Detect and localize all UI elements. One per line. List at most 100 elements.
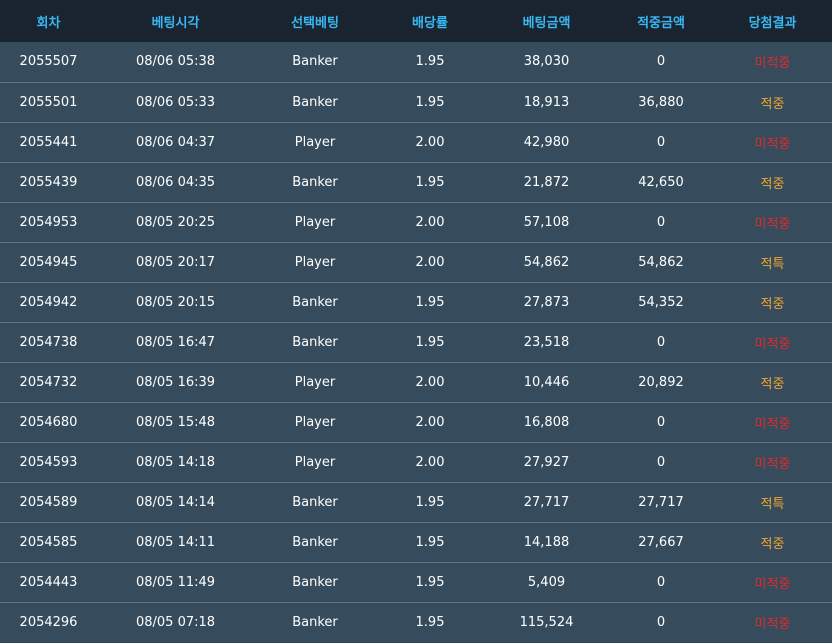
cell-bet-choice: Player [294,134,336,150]
table-row: 2055501 08/06 05:33 Banker 1.95 18,913 36,880… [0,82,832,122]
cell-bet-time: 08/06 05:38 [135,54,216,70]
cell-win-amount: 27,667 [638,534,684,550]
cell-round: 2054942 [19,294,78,310]
cell-bet-choice: Player [294,414,336,430]
cell-bet-time: 08/05 20:17 [135,254,216,270]
header-row: 회차 베팅시각 선택베팅 배당률 베팅금액 적중금액 당첨결과 [0,0,832,42]
cell-result: 미적중 [754,576,791,592]
cell-bet-amount: 16,808 [523,414,570,430]
cell-bet-amount: 57,108 [523,214,570,230]
cell-bet-time: 08/05 14:18 [135,454,216,470]
table-row: 2054945 08/05 20:17 Player 2.00 54,862 54,862… [0,242,832,282]
cell-odds: 1.95 [415,294,445,310]
cell-odds: 2.00 [415,214,445,230]
betting-history-table: 회차 베팅시각 선택베팅 배당률 베팅금액 적중금액 당첨결과 2055507 0… [0,0,832,642]
header-result: 당첨결과 [748,15,797,31]
cell-result: 미적중 [754,456,791,472]
table-row: 2054585 08/05 14:11 Banker 1.95 14,188 27,667… [0,522,832,562]
cell-round: 2054945 [19,254,78,270]
cell-bet-choice: Player [294,374,336,390]
cell-round: 2054443 [19,574,78,590]
cell-bet-choice: Banker [292,494,338,510]
cell-bet-time: 08/05 20:25 [135,214,216,230]
cell-win-amount: 27,717 [638,494,684,510]
cell-bet-amount: 14,188 [523,534,570,550]
cell-bet-choice: Banker [292,614,338,630]
cell-odds: 2.00 [415,454,445,470]
cell-result: 적특 [760,496,785,512]
cell-bet-amount: 5,409 [527,574,566,590]
cell-bet-amount: 18,913 [523,94,570,110]
table-body: 2055507 08/06 05:38 Banker 1.95 38,030 0 미적중 20… [0,42,832,642]
cell-odds: 2.00 [415,414,445,430]
header-win-amount: 적중금액 [637,15,685,31]
table-row: 2054296 08/05 07:18 Banker 1.95 115,524 0 미적중 [0,602,832,642]
cell-result: 적중 [760,296,785,312]
cell-bet-time: 08/05 16:39 [135,374,216,390]
table-row: 2054589 08/05 14:14 Banker 1.95 27,717 27,717… [0,482,832,522]
header-bet-choice: 선택베팅 [291,15,339,31]
table-row: 2054953 08/05 20:25 Player 2.00 57,108 0 미적중 [0,202,832,242]
cell-win-amount: 0 [656,614,666,630]
cell-result: 미적중 [754,56,791,72]
cell-odds: 1.95 [415,94,445,110]
cell-round: 2054732 [19,374,78,390]
cell-bet-amount: 27,927 [523,454,570,470]
cell-bet-time: 08/05 11:49 [135,574,216,590]
cell-bet-amount: 38,030 [523,54,570,70]
cell-odds: 2.00 [415,374,445,390]
cell-odds: 1.95 [415,574,445,590]
cell-bet-choice: Player [294,214,336,230]
cell-result: 적중 [760,376,785,392]
cell-round: 2054680 [19,414,78,430]
cell-odds: 1.95 [415,534,445,550]
table-row: 2055439 08/06 04:35 Banker 1.95 21,872 42,650… [0,162,832,202]
cell-bet-choice: Player [294,254,336,270]
cell-bet-time: 08/06 04:37 [135,134,216,150]
cell-bet-time: 08/05 15:48 [135,414,216,430]
cell-bet-time: 08/06 05:33 [135,94,216,110]
cell-odds: 1.95 [415,54,445,70]
cell-win-amount: 0 [656,214,666,230]
cell-bet-time: 08/05 20:15 [135,294,216,310]
cell-round: 2055507 [19,54,78,70]
cell-bet-amount: 27,873 [523,294,570,310]
cell-bet-amount: 21,872 [523,174,570,190]
cell-win-amount: 0 [656,54,666,70]
table-row: 2054738 08/05 16:47 Banker 1.95 23,518 0 미적중 [0,322,832,362]
table-row: 2054680 08/05 15:48 Player 2.00 16,808 0 미적중 [0,402,832,442]
cell-result: 미적중 [754,616,791,632]
cell-result: 적중 [760,96,785,112]
cell-round: 2054738 [19,334,78,350]
table-row: 2055441 08/06 04:37 Player 2.00 42,980 0 미적중 [0,122,832,162]
cell-result: 적특 [760,256,785,272]
cell-round: 2055441 [19,134,78,150]
cell-bet-amount: 42,980 [523,134,570,150]
cell-win-amount: 54,352 [638,294,684,310]
header-bet-amount: 베팅금액 [522,15,571,31]
cell-bet-choice: Player [294,454,336,470]
cell-bet-amount: 10,446 [523,374,570,390]
cell-odds: 2.00 [415,254,445,270]
table-row: 2054732 08/05 16:39 Player 2.00 10,446 20,892… [0,362,832,402]
cell-win-amount: 36,880 [638,94,684,110]
cell-bet-choice: Banker [292,174,338,190]
cell-bet-amount: 23,518 [523,334,570,350]
cell-round: 2055439 [19,174,78,190]
cell-round: 2054585 [19,534,78,550]
cell-result: 미적중 [754,216,791,232]
cell-bet-time: 08/05 07:18 [135,614,216,630]
cell-round: 2054953 [19,214,78,230]
cell-win-amount: 0 [656,134,666,150]
cell-result: 적중 [760,176,785,192]
cell-round: 2054593 [19,454,78,470]
cell-bet-choice: Banker [292,334,338,350]
cell-win-amount: 0 [656,334,666,350]
cell-odds: 1.95 [415,614,445,630]
cell-bet-amount: 54,862 [523,254,570,270]
cell-result: 미적중 [754,416,791,432]
table-row: 2054443 08/05 11:49 Banker 1.95 5,409 0 미적중 [0,562,832,602]
header-round: 회차 [36,15,61,31]
cell-bet-time: 08/05 16:47 [135,334,216,350]
cell-round: 2055501 [19,94,78,110]
